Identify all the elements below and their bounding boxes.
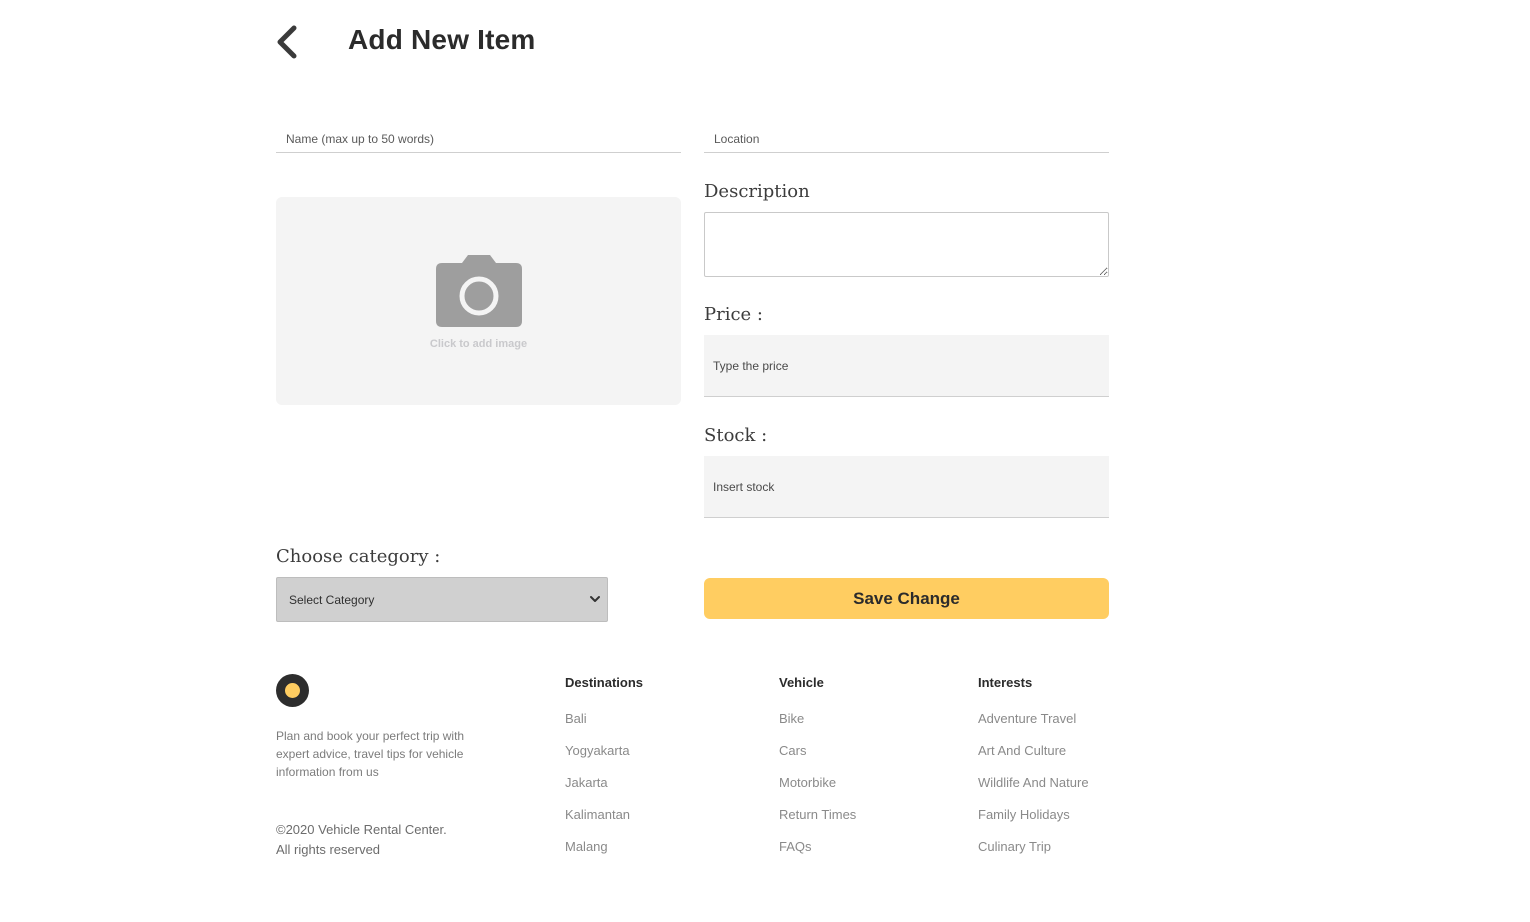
- chevron-left-icon: [277, 25, 297, 59]
- footer-link[interactable]: Return Times: [779, 807, 856, 839]
- footer-links-destinations: Bali Yogyakarta Jakarta Kalimantan Malan…: [565, 711, 630, 871]
- stock-label: Stock :: [704, 425, 768, 446]
- footer-description: Plan and book your perfect trip with exp…: [276, 729, 465, 779]
- price-label: Price :: [704, 304, 763, 325]
- footer-link[interactable]: Art And Culture: [978, 743, 1089, 775]
- footer-link[interactable]: Kalimantan: [565, 807, 630, 839]
- footer-links-vehicle: Bike Cars Motorbike Return Times FAQs: [779, 711, 856, 871]
- page-title: Add New Item: [348, 24, 536, 55]
- footer-link[interactable]: Cars: [779, 743, 856, 775]
- brand-logo[interactable]: [276, 674, 309, 707]
- copyright: ©2020 Vehicle Rental Center. All rights …: [276, 820, 496, 860]
- category-label: Choose category :: [276, 546, 441, 567]
- footer-links-interests: Adventure Travel Art And Culture Wildlif…: [978, 711, 1089, 871]
- category-select[interactable]: Select Category: [276, 577, 608, 622]
- name-input[interactable]: [276, 131, 681, 153]
- footer-link[interactable]: Yogyakarta: [565, 743, 630, 775]
- footer-column-title-vehicle: Vehicle: [779, 675, 824, 690]
- footer-link[interactable]: Wildlife And Nature: [978, 775, 1089, 807]
- footer-link[interactable]: Bali: [565, 711, 630, 743]
- image-upload-hint: Click to add image: [429, 338, 528, 350]
- footer-column-title-interests: Interests: [978, 675, 1033, 690]
- description-textarea[interactable]: [704, 212, 1109, 277]
- camera-icon: [436, 255, 522, 327]
- chevron-down-icon: [590, 596, 600, 602]
- price-input[interactable]: [704, 335, 1109, 397]
- image-upload-area[interactable]: Click to add image: [276, 197, 681, 405]
- footer-link[interactable]: Adventure Travel: [978, 711, 1089, 743]
- category-selected-value: Select Category: [289, 593, 375, 607]
- save-change-button[interactable]: Save Change: [704, 578, 1109, 619]
- footer-link[interactable]: Bike: [779, 711, 856, 743]
- copyright-line-1: ©2020 Vehicle Rental Center.: [276, 822, 447, 837]
- stock-input[interactable]: [704, 456, 1109, 518]
- logo-dot: [285, 683, 300, 698]
- location-input[interactable]: [704, 131, 1109, 153]
- footer-link[interactable]: Culinary Trip: [978, 839, 1089, 871]
- footer-link[interactable]: Jakarta: [565, 775, 630, 807]
- footer-link[interactable]: Family Holidays: [978, 807, 1089, 839]
- footer-link[interactable]: Motorbike: [779, 775, 856, 807]
- back-button[interactable]: [272, 22, 312, 62]
- footer-link[interactable]: FAQs: [779, 839, 856, 871]
- footer-column-title-destinations: Destinations: [565, 675, 644, 690]
- description-label: Description: [704, 181, 810, 202]
- footer-link[interactable]: Malang: [565, 839, 630, 871]
- copyright-line-2: All rights reserved: [276, 842, 381, 857]
